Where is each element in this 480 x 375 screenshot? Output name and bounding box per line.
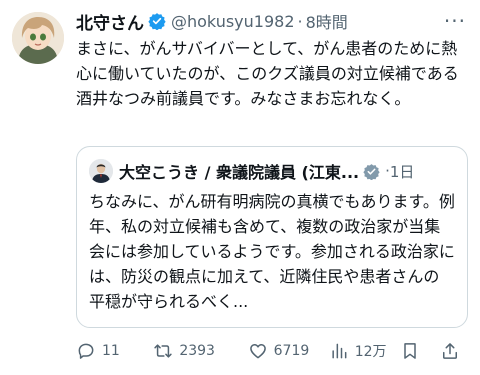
handle[interactable]: @hokusyu1982	[171, 12, 295, 31]
retweet-button[interactable]: 2393	[153, 341, 247, 361]
quoted-avatar[interactable]	[89, 159, 113, 183]
avatar[interactable]	[12, 12, 64, 64]
quoted-timestamp[interactable]: 1日	[390, 161, 415, 182]
tweet-header: 北守さん @hokusyu1982 · 8時間	[76, 8, 466, 34]
quoted-tweet[interactable]: 大空こうき / 衆議院議員 (江東... · 1日 ちなみに、がん研有明病院の真…	[76, 146, 468, 328]
tweet[interactable]: 北守さん @hokusyu1982 · 8時間 ··· まさに、がんサバイバーと…	[0, 0, 480, 375]
reply-icon	[78, 343, 94, 359]
retweet-icon	[154, 344, 172, 358]
display-name[interactable]: 北守さん	[76, 9, 144, 34]
bookmark-icon	[404, 343, 417, 359]
action-bar: 11 2393 6719 12万	[76, 338, 466, 364]
like-count: 6719	[273, 343, 310, 359]
timestamp[interactable]: 8時間	[306, 9, 348, 33]
avatar-illustration	[12, 12, 64, 64]
quoted-avatar-photo	[89, 159, 113, 183]
more-icon[interactable]: ···	[444, 11, 466, 31]
verified-badge-icon	[148, 12, 166, 30]
view-count: 12万	[354, 344, 387, 360]
quoted-tweet-text: ちなみに、がん研有明病院の真横でもあります。例年、私の対立候補も含めて、複数の政…	[89, 192, 455, 311]
tweet-content: 北守さん @hokusyu1982 · 8時間 ··· まさに、がんサバイバーと…	[76, 8, 466, 111]
views-button[interactable]: 12万	[329, 341, 401, 361]
reply-button[interactable]: 11	[76, 341, 153, 361]
share-button[interactable]	[440, 341, 466, 361]
bookmark-button[interactable]	[400, 341, 440, 361]
reply-count: 11	[102, 343, 120, 359]
tweet-text: まさに、がんサバイバーとして、がん患者のために熱心に働いていたのが、このクズ議員…	[76, 39, 459, 108]
verified-badge-icon	[363, 163, 380, 180]
retweet-count: 2393	[179, 343, 215, 359]
quoted-display-name[interactable]: 大空こうき / 衆議院議員 (江東...	[119, 159, 359, 183]
share-icon	[443, 343, 457, 359]
separator-dot: ·	[297, 11, 303, 31]
like-button[interactable]: 6719	[248, 341, 329, 361]
quoted-tweet-header: 大空こうき / 衆議院議員 (江東... · 1日	[89, 157, 455, 185]
like-icon	[249, 344, 266, 359]
views-icon	[332, 343, 347, 359]
